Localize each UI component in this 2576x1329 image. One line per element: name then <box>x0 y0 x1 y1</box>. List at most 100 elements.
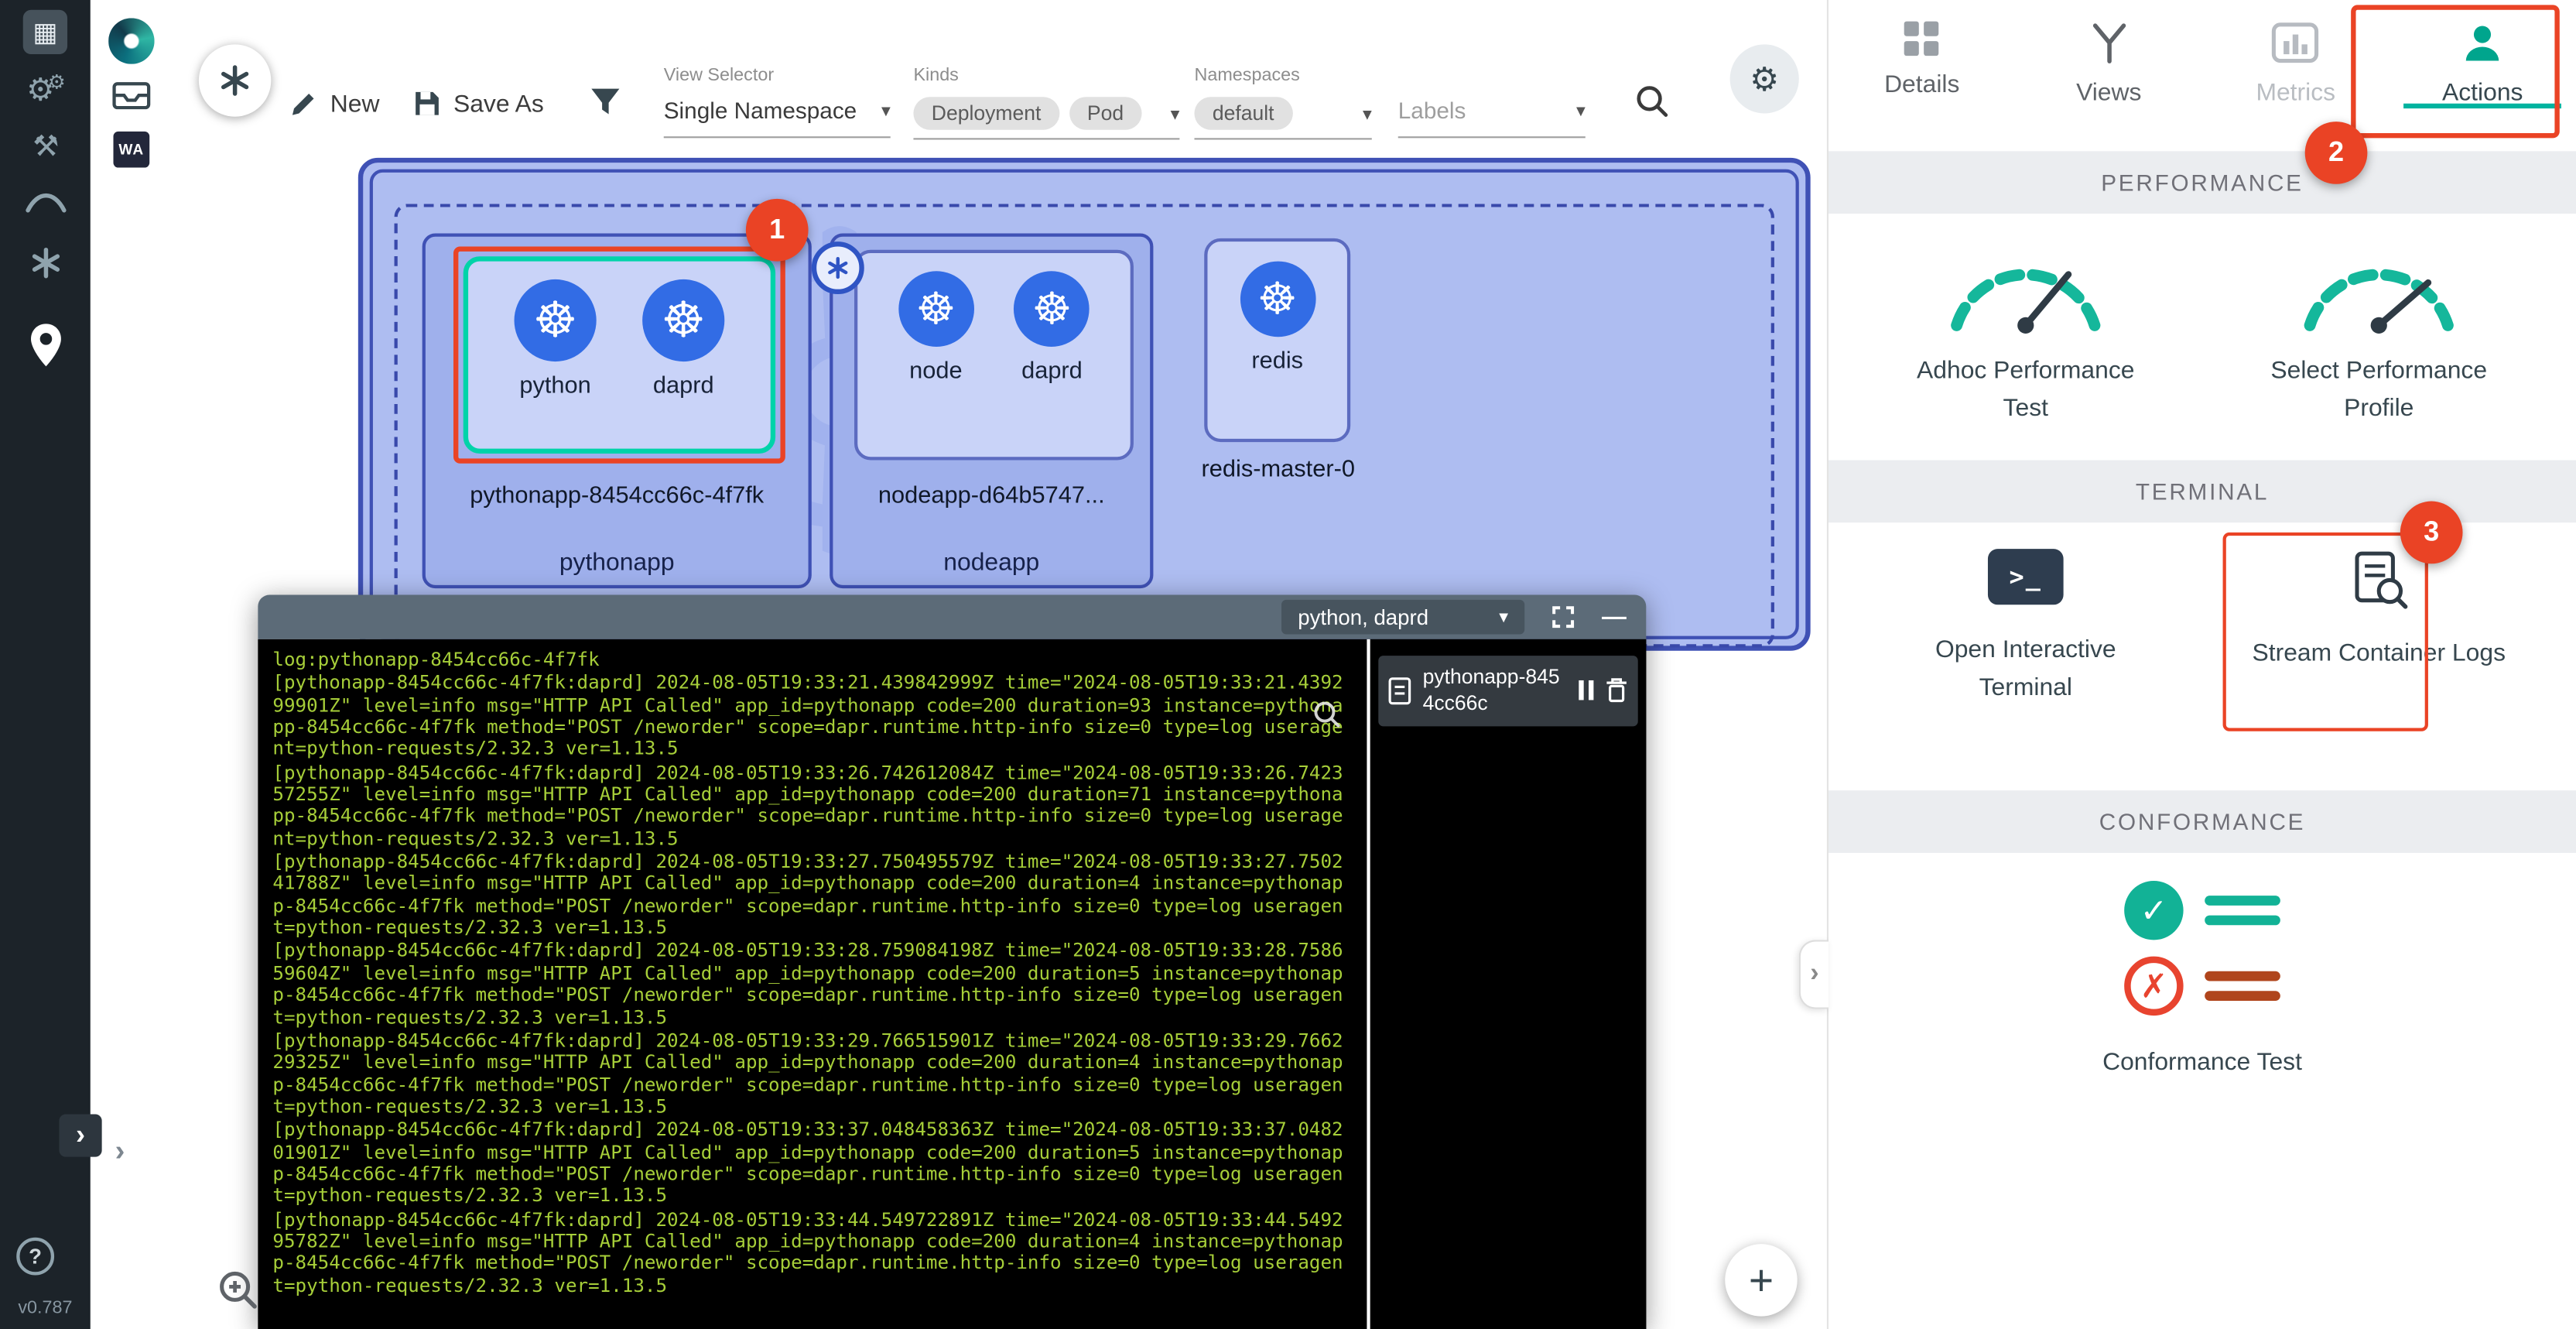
lifecycle-gears-icon[interactable]: ⚙ ⚙ <box>19 69 72 111</box>
dapr-sidecar-icon[interactable] <box>812 241 864 294</box>
performance-curve-icon[interactable] <box>25 187 67 214</box>
container-python[interactable]: ☸ python <box>515 279 597 449</box>
minimize-icon[interactable]: — <box>1602 603 1627 631</box>
asterisk-icon <box>826 256 850 279</box>
chevron-down-icon: ▾ <box>1363 103 1372 125</box>
annotation-badge-2: 2 <box>2305 122 2368 184</box>
conformance-test-action[interactable]: ✓ ✗ <box>1829 881 2576 1016</box>
dashboard-grid-icon[interactable]: ▦ <box>23 10 67 54</box>
deployment-nodeapp[interactable]: ☸ node ☸ daprd nodeapp-d64b5747... nodea… <box>830 233 1153 588</box>
view-selector-value: Single Namespace <box>664 97 857 123</box>
conformance-section-header: CONFORMANCE <box>1829 790 2576 853</box>
viewport: ▦ ⚙ ⚙ ⚒ › ? v0.787 <box>0 0 2576 1329</box>
wasm-badge-icon[interactable]: WA <box>113 132 149 168</box>
new-button[interactable]: New <box>289 89 380 118</box>
deployment-pythonapp[interactable]: ☸ python ☸ daprd pythonapp-8454cc66c-4f7… <box>422 233 812 588</box>
pod-redis[interactable]: ☸ redis <box>1204 238 1350 442</box>
chevron-down-icon: ▾ <box>1499 606 1508 628</box>
log-line: [pythonapp-8454cc66c-4f7fk:daprd] 2024-0… <box>272 1209 1352 1296</box>
metrics-chart-icon <box>2271 22 2321 64</box>
kubernetes-icon: ☸ <box>515 279 597 361</box>
settings-button[interactable]: ⚙ <box>1730 44 1799 113</box>
pause-icon[interactable] <box>1579 680 1593 700</box>
app-version: v0.787 <box>0 1298 91 1317</box>
log-search-icon[interactable] <box>1311 698 1343 739</box>
container-redis[interactable]: ☸ redis <box>1240 262 1315 439</box>
container-label: redis <box>1251 348 1303 375</box>
filter-button[interactable] <box>588 85 623 128</box>
action-label: Stream Container Logs <box>2247 635 2510 673</box>
conformance-fail-row: ✗ <box>2124 957 2280 1016</box>
gauge-icon <box>1940 243 2111 335</box>
container-label: daprd <box>1021 358 1083 385</box>
asterisk-icon <box>218 64 251 97</box>
kind-chip-deployment[interactable]: Deployment <box>913 97 1059 129</box>
namespaces-dropdown[interactable]: default ▾ <box>1194 97 1371 139</box>
pod-name: nodeapp-d64b5747... <box>833 483 1150 509</box>
adhoc-performance-test-action[interactable]: Adhoc Performance Test <box>1870 243 2181 428</box>
stream-container-logs-action[interactable]: Stream Container Logs <box>2223 549 2535 707</box>
kubernetes-icon: ☸ <box>898 271 974 347</box>
gear-small-icon: ⚙ <box>48 70 66 94</box>
configuration-tools-icon[interactable]: ⚒ <box>26 128 66 165</box>
drawer-button[interactable] <box>111 79 151 120</box>
container-daprd[interactable]: ☸ daprd <box>642 279 724 449</box>
kinds-dropdown[interactable]: Deployment Pod ▾ <box>913 97 1179 139</box>
fullscreen-icon[interactable] <box>1551 605 1575 629</box>
search-button[interactable] <box>1633 82 1672 130</box>
select-performance-profile-action[interactable]: Select Performance Profile <box>2223 243 2535 428</box>
trash-icon[interactable] <box>1605 677 1628 704</box>
labels-placeholder: Labels <box>1398 97 1466 123</box>
add-button[interactable]: + <box>1725 1244 1797 1316</box>
terminal-body: log:pythonapp-8454cc66c-4f7fk [pythonapp… <box>258 639 1646 1329</box>
tab-label: Details <box>1884 70 1959 98</box>
meshery-logo[interactable] <box>108 18 154 63</box>
log-line: [pythonapp-8454cc66c-4f7fk:daprd] 2024-0… <box>272 1119 1352 1207</box>
log-file-icon <box>1388 676 1411 704</box>
log-line: [pythonapp-8454cc66c-4f7fk:daprd] 2024-0… <box>272 673 1352 760</box>
inbox-icon <box>111 79 151 111</box>
log-output[interactable]: log:pythonapp-8454cc66c-4f7fk [pythonapp… <box>258 639 1370 1329</box>
kanvas-swirl-icon[interactable] <box>26 243 66 283</box>
log-sessions-panel: pythonapp-8454cc66c <box>1370 639 1647 1329</box>
gauge-icon <box>2294 243 2465 335</box>
session-name: pythonapp-8454cc66c <box>1423 664 1568 718</box>
tab-label: Metrics <box>2256 79 2335 107</box>
terminal-section-header: TERMINAL <box>1829 460 2576 522</box>
kind-chip-pod[interactable]: Pod <box>1069 97 1142 129</box>
view-selector-dropdown[interactable]: Single Namespace ▾ <box>664 97 891 138</box>
tab-actions[interactable]: Actions <box>2390 0 2576 145</box>
panel-collapse-handle[interactable]: › <box>1799 940 1829 1009</box>
tab-metrics[interactable]: Metrics <box>2202 0 2390 145</box>
conformance-pass-row: ✓ <box>2124 881 2280 940</box>
pod-name: pythonapp-8454cc66c-4f7fk <box>426 483 809 509</box>
visualize-pin-icon[interactable] <box>28 322 64 368</box>
search-icon <box>1633 82 1672 122</box>
tab-views[interactable]: Views <box>2016 0 2203 145</box>
pod-nodeapp[interactable]: ☸ node ☸ daprd <box>854 250 1134 461</box>
help-button[interactable]: ? <box>16 1238 54 1276</box>
canvas-menu-button[interactable] <box>199 44 271 116</box>
labels-dropdown[interactable]: Labels ▾ <box>1398 97 1586 138</box>
rail-expand-button[interactable]: › <box>59 1114 101 1156</box>
stream-logs-icon <box>2346 549 2412 611</box>
log-title: log:pythonapp-8454cc66c-4f7fk <box>272 649 1352 671</box>
container-selector-dropdown[interactable]: python, daprd ▾ <box>1281 600 1524 635</box>
container-node[interactable]: ☸ node <box>898 271 974 457</box>
deployment-label: nodeapp <box>833 549 1150 577</box>
deployment-label: pythonapp <box>426 549 809 577</box>
gear-icon: ⚙ <box>1750 58 1779 99</box>
section-title: TERMINAL <box>2136 478 2269 505</box>
save-as-button[interactable]: Save As <box>412 89 544 118</box>
strip-expand-chevron[interactable]: › <box>115 1134 125 1169</box>
annotation-badge-1: 1 <box>746 199 809 262</box>
zoom-to-fit-button[interactable] <box>215 1267 261 1321</box>
pod-name: redis-master-0 <box>1147 457 1410 483</box>
log-session-row[interactable]: pythonapp-8454cc66c <box>1378 656 1637 725</box>
actions-person-icon <box>2461 22 2504 64</box>
container-daprd[interactable]: ☸ daprd <box>1014 271 1090 457</box>
pod-pythonapp[interactable]: ☸ python ☸ daprd <box>464 256 775 454</box>
namespace-chip-default[interactable]: default <box>1194 97 1291 129</box>
tab-details[interactable]: Details <box>1829 0 2016 145</box>
open-interactive-terminal-action[interactable]: >_ Open Interactive Terminal <box>1870 549 2181 707</box>
